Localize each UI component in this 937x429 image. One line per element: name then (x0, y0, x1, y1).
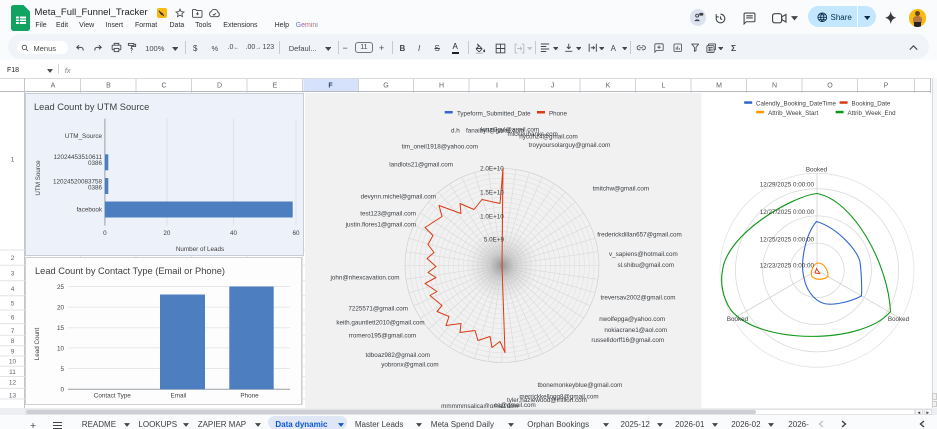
svg-text:Email: Email (171, 392, 187, 399)
svg-text:7: 7 (11, 328, 15, 335)
svg-text:K: K (606, 83, 611, 90)
svg-text:1.5E+10: 1.5E+10 (480, 189, 504, 196)
svg-text:justin.flores1@gmail.com: justin.flores1@gmail.com (345, 221, 416, 228)
svg-text:UTM Source: UTM Source (35, 160, 42, 196)
svg-text:tim_oneil1918@yahoo.com: tim_oneil1918@yahoo.com (402, 143, 478, 150)
svg-text:6: 6 (11, 315, 15, 322)
svg-text:2.0E+10: 2.0E+10 (480, 165, 504, 172)
svg-text:P: P (884, 83, 889, 90)
svg-text:test123@gmail.com: test123@gmail.com (360, 210, 416, 217)
svg-text:tdboaz982@gmail.com: tdboaz982@gmail.com (365, 352, 430, 359)
svg-text:I: I (496, 83, 498, 90)
svg-text:0: 0 (60, 386, 64, 393)
svg-text:12/25/2025 0:00:00: 12/25/2025 0:00:00 (759, 236, 814, 243)
svg-text:russelldorff16@gmail.com: russelldorff16@gmail.com (591, 337, 664, 344)
svg-text:J: J (551, 83, 555, 90)
svg-text:A: A (51, 83, 56, 90)
svg-text:nycohz4@gmail.com: nycohz4@gmail.com (519, 133, 578, 140)
svg-text:5: 5 (11, 301, 15, 308)
svg-text:10: 10 (57, 345, 65, 352)
svg-text:0: 0 (103, 230, 107, 237)
svg-text:20: 20 (57, 304, 65, 311)
svg-text:M: M (716, 83, 722, 90)
svg-text:1: 1 (11, 157, 15, 164)
svg-text:L: L (662, 83, 666, 90)
svg-text:15: 15 (57, 325, 65, 332)
svg-text:Lead Count: Lead Count (34, 327, 41, 360)
svg-text:11: 11 (9, 369, 16, 376)
svg-text:3: 3 (11, 271, 15, 278)
svg-text:ca@gmail.com: ca@gmail.com (494, 402, 536, 409)
svg-text:12: 12 (9, 379, 17, 386)
svg-text:landlots21@gmail.com: landlots21@gmail.com (389, 161, 453, 168)
svg-text:40: 40 (230, 230, 238, 237)
svg-text:Attrib_Week_End: Attrib_Week_End (847, 109, 896, 116)
svg-text:13: 13 (9, 393, 17, 400)
svg-text:Lead Count by Contact Type (Em: Lead Count by Contact Type (Email or Pho… (35, 266, 225, 276)
svg-text:1.0E+10: 1.0E+10 (480, 213, 504, 220)
svg-text:20: 20 (163, 230, 171, 237)
svg-text:O: O (827, 83, 833, 90)
svg-text:keith.gauntlett2010@gmail.com: keith.gauntlett2010@gmail.com (336, 319, 424, 326)
svg-text:B: B (106, 83, 111, 90)
svg-text:Booked: Booked (726, 316, 748, 323)
svg-text:rromero195@gmail.com: rromero195@gmail.com (349, 332, 417, 339)
svg-text:Booked: Booked (887, 316, 909, 323)
svg-text:D: D (217, 83, 222, 90)
svg-text:yobronx@gmail.com: yobronx@gmail.com (381, 361, 439, 368)
svg-text:d.h: d.h (451, 127, 460, 134)
svg-text:Phone: Phone (240, 392, 259, 399)
svg-text:12/27/2025 0:00:00: 12/27/2025 0:00:00 (759, 209, 814, 216)
svg-text:Contact Type: Contact Type (94, 392, 131, 399)
svg-text:Phone: Phone (549, 110, 567, 117)
svg-text:Attrib_Week_Start: Attrib_Week_Start (768, 109, 818, 116)
svg-text:9: 9 (11, 349, 15, 356)
svg-text:john@nhexcavation.com: john@nhexcavation.com (329, 274, 399, 281)
svg-text:troyyoursolarguy@gmail.com: troyyoursolarguy@gmail.com (529, 142, 611, 149)
svg-text:C: C (161, 83, 166, 90)
svg-text:devynn.michel@gmail.com: devynn.michel@gmail.com (361, 193, 436, 200)
svg-text:Typeform_Submitted_Date: Typeform_Submitted_Date (457, 110, 531, 117)
svg-text:0386: 0386 (88, 185, 103, 192)
svg-text:N: N (772, 83, 777, 90)
svg-text:4: 4 (11, 286, 15, 293)
svg-text:G: G (383, 83, 388, 90)
svg-text:7225571@gmail.com: 7225571@gmail.com (348, 305, 408, 312)
svg-text:25: 25 (57, 284, 65, 291)
svg-text:sl.shibu@gmail.com: sl.shibu@gmail.com (617, 262, 673, 269)
svg-text:F: F (328, 83, 333, 90)
svg-text:UTM_Source: UTM_Source (65, 133, 103, 140)
svg-text:2: 2 (11, 255, 15, 262)
svg-text:tbonemonkeyblue@gmail.com: tbonemonkeyblue@gmail.com (537, 382, 622, 389)
svg-text:nwolfepga@yahoo.com: nwolfepga@yahoo.com (599, 316, 665, 323)
svg-text:Number of Leads: Number of Leads (176, 246, 224, 253)
svg-text:Lead Count by UTM Source: Lead Count by UTM Source (34, 102, 149, 112)
svg-text:tmitchw@gmail.com: tmitchw@gmail.com (593, 185, 649, 192)
svg-text:8: 8 (11, 338, 15, 345)
svg-text:E: E (273, 83, 278, 90)
svg-text:0386: 0386 (88, 160, 103, 167)
svg-text:facebook: facebook (76, 207, 102, 214)
svg-text:H: H (439, 83, 444, 90)
svg-text:Booking_Date: Booking_Date (851, 100, 890, 107)
svg-text:5: 5 (60, 366, 64, 373)
svg-text:frederickdillan657@gmail.com: frederickdillan657@gmail.com (597, 231, 681, 238)
svg-text:nokiacrane1@aol.com: nokiacrane1@aol.com (604, 327, 667, 334)
svg-text:12/23/2025 0:00:00: 12/23/2025 0:00:00 (759, 262, 814, 269)
svg-text:Calendly_Booking_DateTime: Calendly_Booking_DateTime (756, 100, 836, 107)
svg-text:12/29/2025 0:00:00: 12/29/2025 0:00:00 (759, 181, 814, 188)
svg-text:Booked: Booked (805, 166, 827, 173)
svg-text:treversav2002@gmail.com: treversav2002@gmail.com (600, 294, 675, 301)
svg-text:v_sapiens@hotmail.com: v_sapiens@hotmail.com (609, 251, 678, 258)
svg-text:5.0E+9: 5.0E+9 (484, 236, 505, 243)
svg-text:10: 10 (9, 359, 17, 366)
svg-text:60: 60 (292, 230, 300, 237)
